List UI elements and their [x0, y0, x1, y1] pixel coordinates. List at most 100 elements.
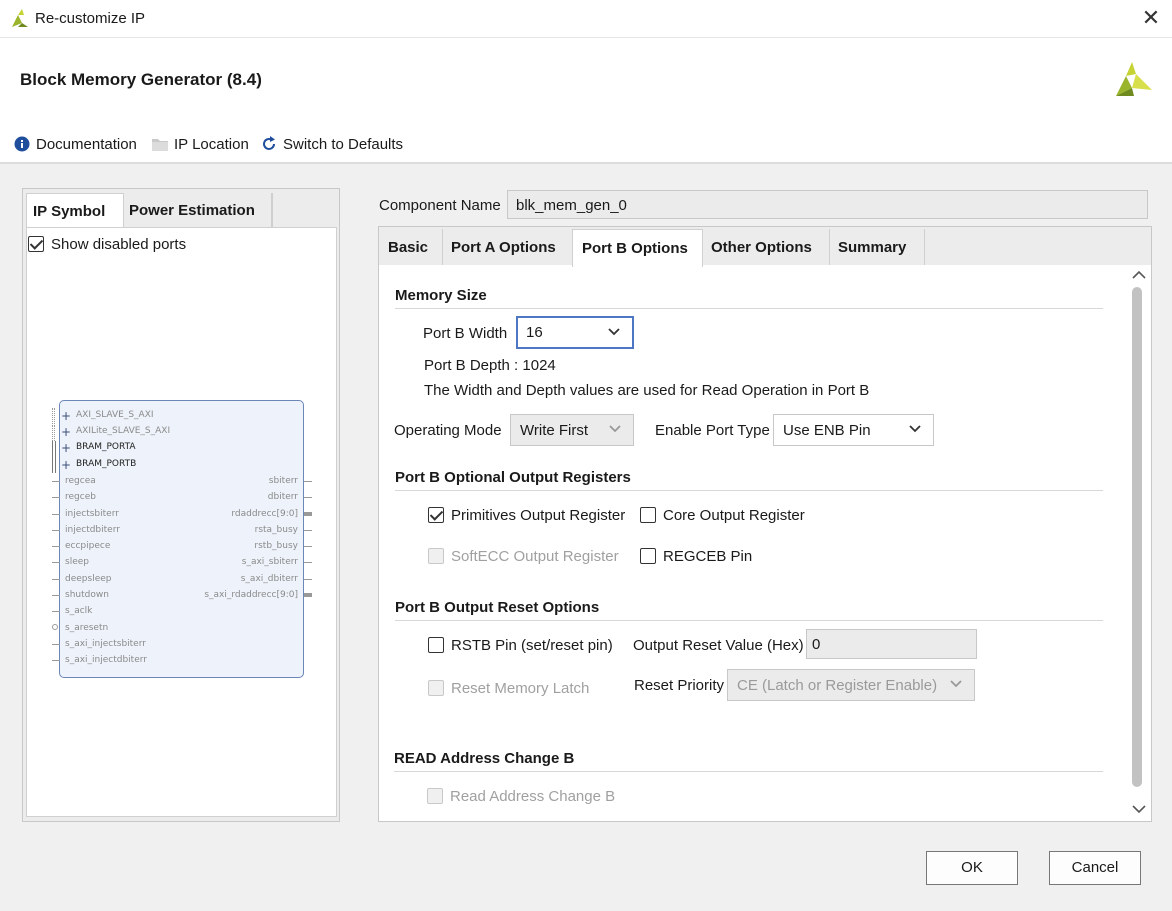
- rstb-pin-checkbox[interactable]: [428, 637, 444, 653]
- core-output-register-checkbox[interactable]: [640, 507, 656, 523]
- component-name-field[interactable]: blk_mem_gen_0: [507, 190, 1148, 219]
- port-pin: [52, 514, 60, 515]
- tab-port-a-options[interactable]: Port A Options: [442, 229, 573, 265]
- tab-ip-symbol[interactable]: IP Symbol: [26, 193, 124, 227]
- chevron-down-icon: [909, 425, 921, 433]
- inverted-pin-bubble: [52, 624, 58, 630]
- show-disabled-ports-label: Show disabled ports: [51, 236, 187, 253]
- port-label: injectdbiterr: [65, 525, 120, 535]
- port-label: deepsleep: [65, 574, 112, 584]
- tab-port-b-options[interactable]: Port B Options: [572, 229, 703, 267]
- scroll-up-arrow-icon[interactable]: [1129, 266, 1149, 284]
- refresh-icon: [263, 136, 275, 150]
- port-pin: [304, 562, 312, 563]
- bus-connector: [52, 408, 55, 424]
- port-pin: [304, 497, 312, 498]
- documentation-label: Documentation: [36, 135, 137, 153]
- expand-plus-icon[interactable]: +: [61, 458, 71, 472]
- options-content: [379, 265, 1151, 821]
- port-pin: [52, 562, 60, 563]
- section-divider: [395, 308, 1103, 309]
- show-disabled-ports-checkbox[interactable]: [28, 236, 44, 252]
- port-pin: [304, 481, 312, 482]
- info-icon: [14, 136, 30, 152]
- ok-button[interactable]: OK: [926, 851, 1018, 885]
- section-title-memory-size: Memory Size: [395, 287, 487, 304]
- port-pin: [52, 546, 60, 547]
- port-label: rdaddrecc[9:0]: [231, 509, 298, 519]
- port-pin: [52, 579, 60, 580]
- section-title-reset-options: Port B Output Reset Options: [395, 599, 600, 616]
- port-b-width-label: Port B Width: [423, 325, 508, 342]
- tab-summary[interactable]: Summary: [829, 229, 925, 265]
- documentation-button[interactable]: Documentation: [14, 134, 137, 154]
- reset-priority-select[interactable]: CE (Latch or Register Enable): [727, 669, 975, 701]
- bus-label: BRAM_PORTA: [76, 442, 136, 452]
- port-label: s_axi_injectsbiterr: [65, 639, 146, 649]
- port-label: dbiterr: [267, 492, 298, 502]
- port-pin: [52, 644, 60, 645]
- primitives-output-register-checkbox[interactable]: [428, 507, 444, 523]
- primitives-output-register-label: Primitives Output Register: [451, 507, 626, 524]
- port-label: sleep: [65, 557, 89, 567]
- expand-plus-icon[interactable]: +: [61, 441, 71, 455]
- bus-label: BRAM_PORTB: [76, 459, 137, 469]
- expand-plus-icon[interactable]: +: [61, 409, 71, 423]
- reset-priority-label: Reset Priority: [634, 677, 725, 694]
- width-depth-note: The Width and Depth values are used for …: [424, 382, 870, 399]
- bus-label: AXILite_SLAVE_S_AXI: [76, 426, 171, 436]
- section-divider: [395, 490, 1103, 491]
- tab-power-estimation[interactable]: Power Estimation: [123, 193, 273, 227]
- enable-port-type-value: Use ENB Pin: [783, 422, 871, 439]
- switch-defaults-button[interactable]: Switch to Defaults: [261, 134, 403, 154]
- chevron-down-icon: [950, 680, 962, 688]
- port-pin: [52, 481, 60, 482]
- ip-location-button[interactable]: IP Location: [152, 134, 249, 154]
- folder-icon: [152, 139, 168, 151]
- vivado-brand-icon: [1116, 62, 1152, 96]
- port-label: rstb_busy: [254, 541, 298, 551]
- regceb-pin-checkbox[interactable]: [640, 548, 656, 564]
- softecc-output-register-label: SoftECC Output Register: [451, 548, 619, 565]
- port-b-width-select[interactable]: 16: [516, 316, 634, 349]
- port-pin: [52, 611, 60, 612]
- tab-basic[interactable]: Basic: [379, 229, 443, 265]
- core-output-register-label: Core Output Register: [663, 507, 805, 524]
- scroll-down-arrow-icon[interactable]: [1129, 800, 1149, 818]
- tab-other-options[interactable]: Other Options: [702, 229, 830, 265]
- port-pin: [304, 579, 312, 580]
- bus-label: AXI_SLAVE_S_AXI: [76, 410, 154, 420]
- port-label: s_aclk: [65, 606, 93, 616]
- enable-port-type-label: Enable Port Type: [655, 422, 770, 439]
- reset-memory-latch-checkbox[interactable]: [428, 680, 444, 696]
- operating-mode-label: Operating Mode: [394, 422, 502, 439]
- port-pin: [52, 497, 60, 498]
- port-label: s_axi_rdaddrecc[9:0]: [204, 590, 298, 600]
- read-address-change-checkbox[interactable]: [427, 788, 443, 804]
- softecc-output-register-checkbox[interactable]: [428, 548, 444, 564]
- port-label: shutdown: [65, 590, 109, 600]
- switch-defaults-label: Switch to Defaults: [283, 135, 404, 153]
- port-pin: [304, 530, 312, 531]
- port-label: eccpipece: [65, 541, 111, 551]
- enable-port-type-select[interactable]: Use ENB Pin: [773, 414, 934, 446]
- output-reset-value-field[interactable]: 0: [806, 629, 977, 659]
- port-label: sbiterr: [268, 476, 298, 486]
- scrollbar-thumb[interactable]: [1132, 287, 1142, 787]
- port-pin: [52, 595, 60, 596]
- window-title: Re-customize IP: [35, 10, 146, 27]
- cancel-button[interactable]: Cancel: [1049, 851, 1141, 885]
- output-reset-value-label: Output Reset Value (Hex): [633, 637, 804, 654]
- port-label: regceb: [65, 492, 96, 502]
- port-pin: [52, 530, 60, 531]
- port-label: regcea: [65, 476, 96, 486]
- expand-plus-icon[interactable]: +: [61, 425, 71, 439]
- port-label: s_axi_injectdbiterr: [65, 655, 147, 665]
- ip-location-label: IP Location: [174, 135, 249, 153]
- port-label: s_axi_sbiterr: [241, 557, 298, 567]
- section-divider: [394, 771, 1103, 772]
- reset-memory-latch-label: Reset Memory Latch: [451, 680, 590, 697]
- close-button[interactable]: ✕: [1136, 4, 1166, 34]
- read-address-change-label: Read Address Change B: [450, 788, 616, 805]
- operating-mode-select[interactable]: Write First: [510, 414, 634, 446]
